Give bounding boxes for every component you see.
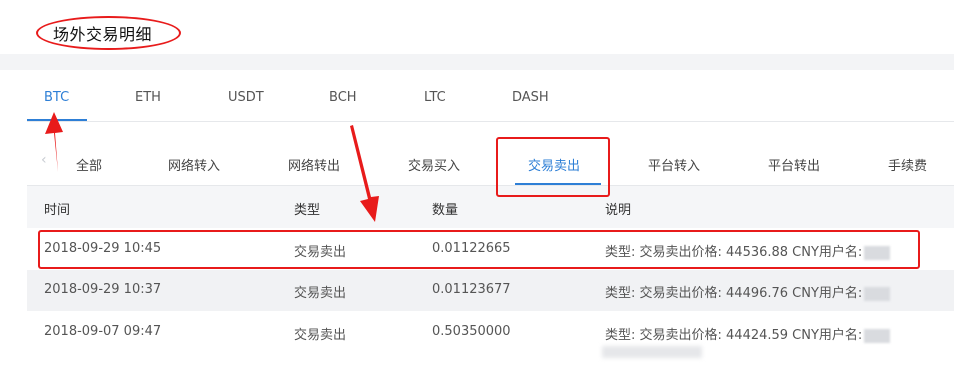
tab-usdt[interactable]: USDT xyxy=(228,90,264,105)
tab-platform-in[interactable]: 平台转入 xyxy=(648,155,700,174)
note-text: 类型: 交易卖出价格: 44496.76 CNY用户名: xyxy=(605,286,863,301)
tab-bch[interactable]: BCH xyxy=(329,90,357,105)
otc-transaction-details-page: 场外交易明细 BTC ETH USDT BCH LTC DASH ‹ 全部 网络… xyxy=(0,0,954,375)
cell-amount: 0.01123677 xyxy=(432,282,511,297)
annotation-row-box xyxy=(38,230,920,269)
cell-amount: 0.50350000 xyxy=(432,324,511,339)
column-header-note: 说明 xyxy=(605,203,632,218)
chevron-left-icon[interactable]: ‹ xyxy=(41,152,47,168)
redacted-username xyxy=(864,328,891,343)
note-text: 类型: 交易卖出价格: 44424.59 CNY用户名: xyxy=(605,328,863,343)
tab-ltc[interactable]: LTC xyxy=(424,90,446,105)
tab-trade-buy[interactable]: 交易买入 xyxy=(408,155,460,174)
annotation-sell-tab-box xyxy=(496,137,610,197)
tab-network-out[interactable]: 网络转出 xyxy=(288,155,340,174)
column-header-type: 类型 xyxy=(294,203,321,218)
tab-dash[interactable]: DASH xyxy=(512,90,549,105)
active-coin-indicator xyxy=(27,119,87,121)
redacted-text xyxy=(602,346,702,358)
annotation-title-ellipse xyxy=(36,16,181,50)
column-header-amount: 数量 xyxy=(432,203,459,218)
tab-platform-out[interactable]: 平台转出 xyxy=(768,155,820,174)
column-header-time: 时间 xyxy=(44,203,71,218)
tab-fee[interactable]: 手续费 xyxy=(888,155,927,174)
cell-time: 2018-09-07 09:47 xyxy=(44,324,162,339)
type-filter-bar: ‹ 全部 网络转入 网络转出 交易买入 交易卖出 平台转入 平台转出 手续费 xyxy=(27,122,954,186)
coin-tabs: BTC ETH USDT BCH LTC DASH xyxy=(27,70,954,122)
cell-time: 2018-09-29 10:37 xyxy=(44,282,162,297)
tab-eth[interactable]: ETH xyxy=(135,90,161,105)
table-row: 2018-09-29 10:37 交易卖出 0.01123677 类型: 交易卖… xyxy=(27,270,954,311)
tab-btc[interactable]: BTC xyxy=(44,90,69,105)
cell-note: 类型: 交易卖出价格: 44424.59 CNY用户名: xyxy=(605,324,891,343)
section-divider xyxy=(0,54,954,70)
tab-network-in[interactable]: 网络转入 xyxy=(168,155,220,174)
redacted-username xyxy=(864,286,891,301)
tab-all[interactable]: 全部 xyxy=(76,155,102,174)
cell-type: 交易卖出 xyxy=(294,286,347,301)
table-row: 2018-09-07 09:47 交易卖出 0.50350000 类型: 交易卖… xyxy=(27,312,954,352)
cell-note: 类型: 交易卖出价格: 44496.76 CNY用户名: xyxy=(605,282,891,301)
table-header: 时间 类型 数量 说明 xyxy=(27,186,954,228)
cell-type: 交易卖出 xyxy=(294,328,347,343)
